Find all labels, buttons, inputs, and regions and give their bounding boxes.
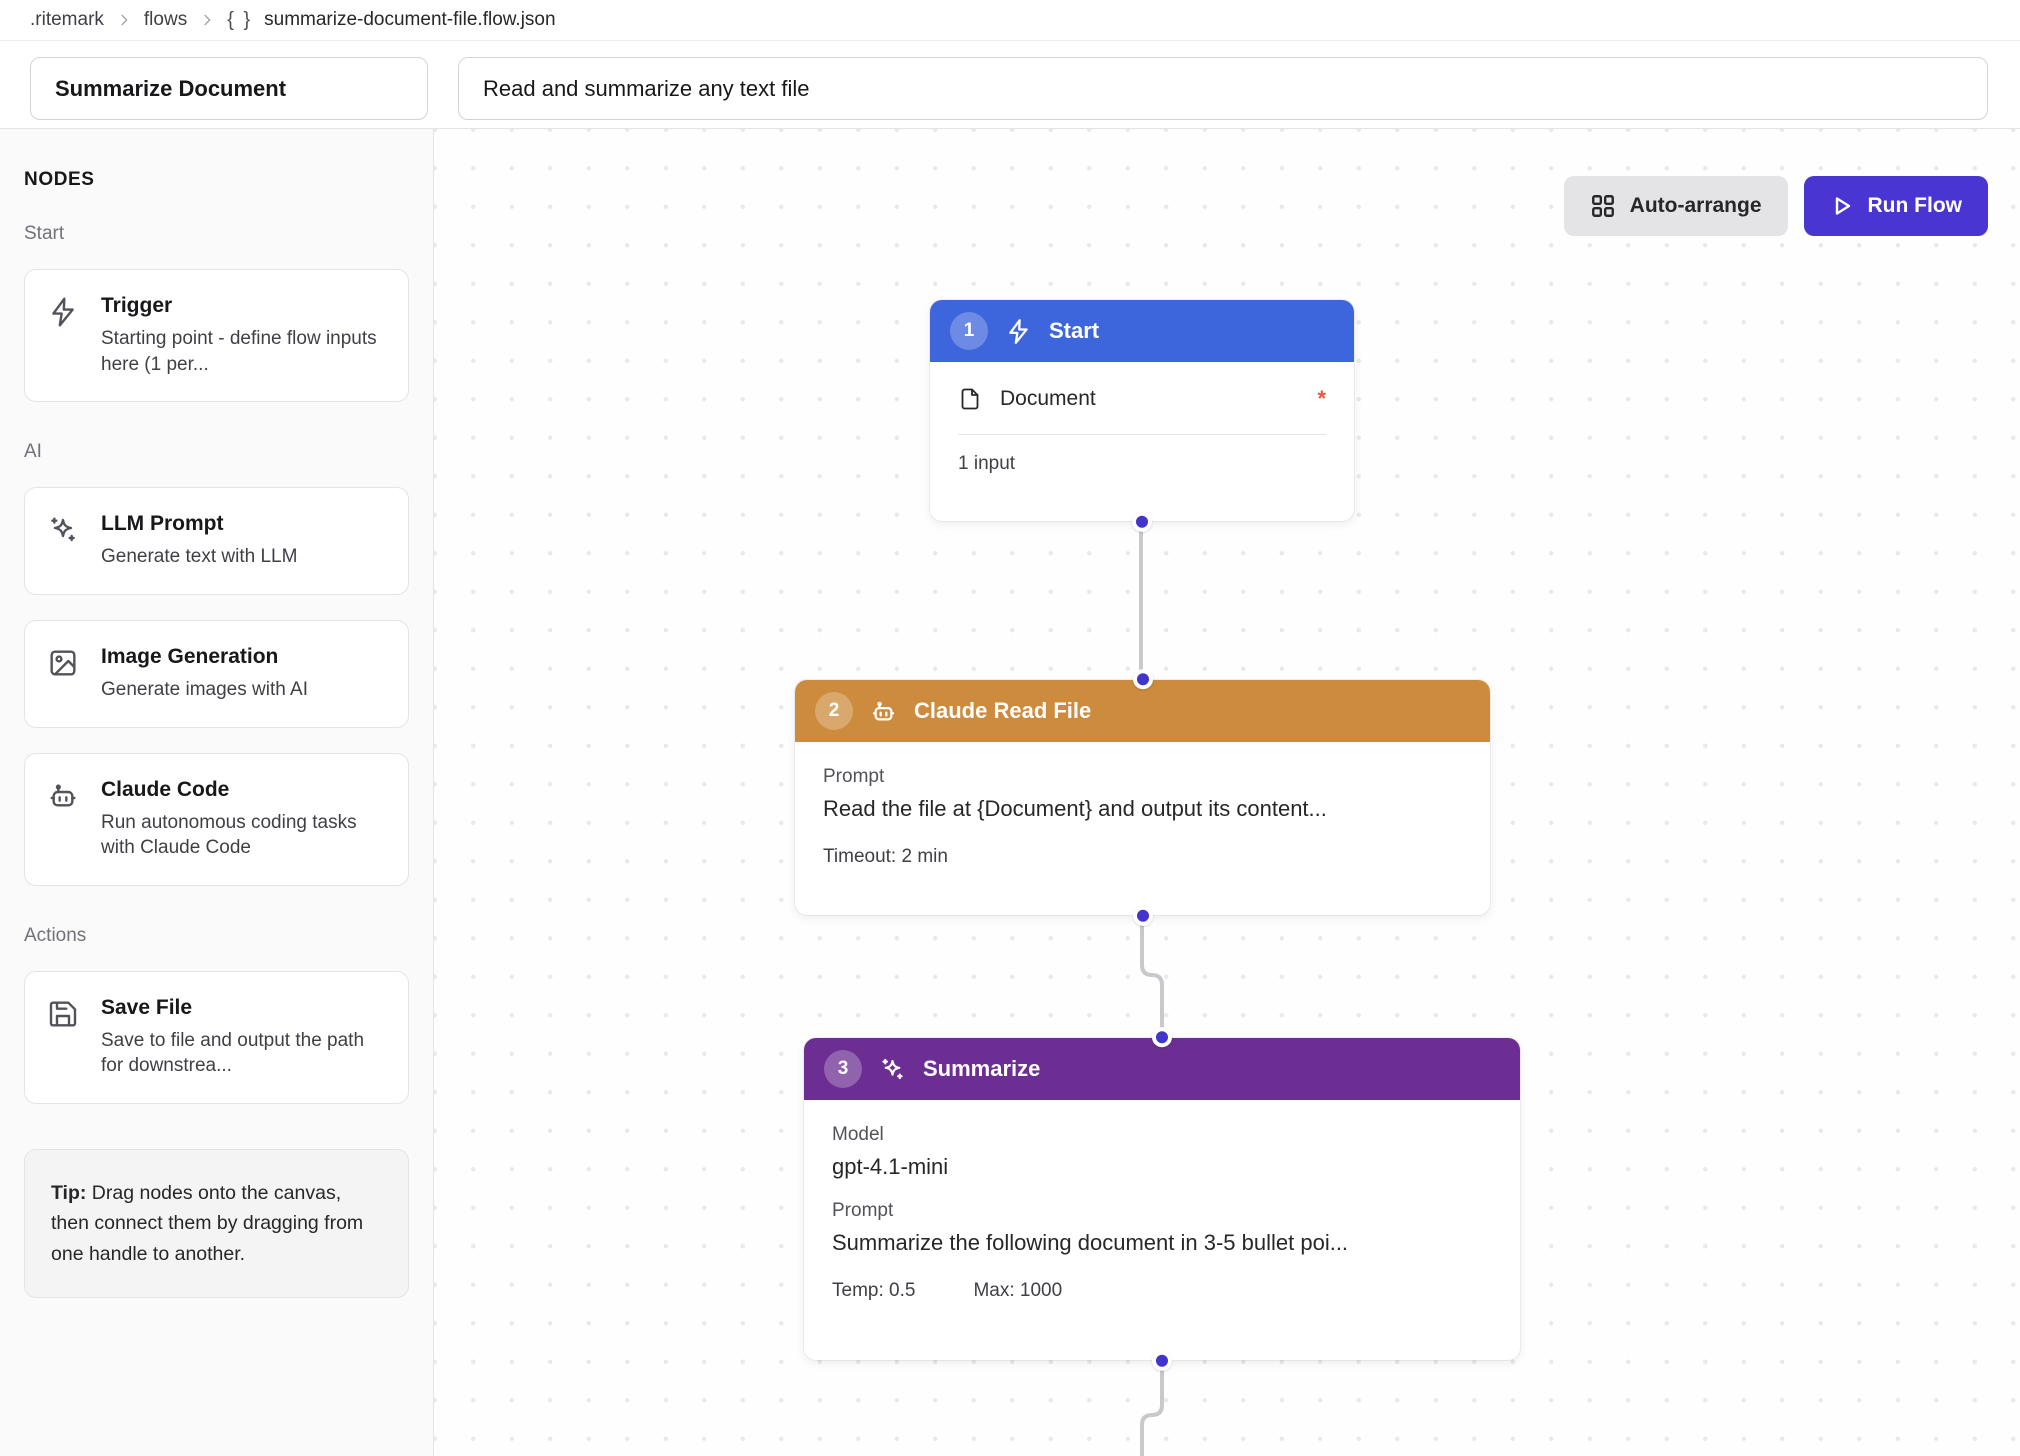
model-label: Model <box>832 1124 1492 1146</box>
auto-arrange-label: Auto-arrange <box>1630 194 1762 218</box>
palette-item-description: Run autonomous coding tasks with Claude … <box>101 810 386 861</box>
divider <box>958 434 1326 435</box>
run-flow-label: Run Flow <box>1868 194 1962 218</box>
output-handle[interactable] <box>1133 906 1153 926</box>
node-footer: 1 input <box>958 453 1326 475</box>
section-label-start: Start <box>24 223 409 245</box>
palette-item-description: Generate text with LLM <box>101 544 297 570</box>
edge-summarize-to-next <box>1142 1360 1162 1456</box>
file-icon <box>958 387 982 411</box>
flow-meta-row <box>0 41 2020 129</box>
image-icon <box>47 647 79 679</box>
node-summarize[interactable]: 3 Summarize Model gpt-4.1-mini Prompt Su… <box>804 1038 1520 1360</box>
section-label-ai: AI <box>24 441 409 463</box>
node-title: Start <box>1049 318 1099 344</box>
grid-icon <box>1590 193 1616 219</box>
prompt-label: Prompt <box>823 766 1462 788</box>
output-handle[interactable] <box>1152 1351 1172 1371</box>
node-claude-header: 2 Claude Read File <box>795 680 1490 742</box>
edge-claude-to-summarize <box>1142 915 1162 1038</box>
breadcrumb-bar: .ritemark flows { } summarize-document-f… <box>0 0 2020 41</box>
breadcrumb-flows[interactable]: flows <box>144 9 187 31</box>
max-tokens-value: Max: 1000 <box>973 1280 1062 1302</box>
run-flow-button[interactable]: Run Flow <box>1804 176 1988 236</box>
chevron-right-icon <box>116 12 132 28</box>
timeout-value: Timeout: 2 min <box>823 846 948 868</box>
robot-icon <box>47 780 79 812</box>
palette-item-llm-prompt[interactable]: LLM Prompt Generate text with LLM <box>24 487 409 595</box>
node-number-badge: 2 <box>815 692 853 730</box>
braces-icon: { } <box>227 9 252 32</box>
zap-icon <box>47 296 79 328</box>
nodes-sidebar: NODES Start Trigger Starting point - def… <box>0 129 434 1456</box>
node-claude-read-file[interactable]: 2 Claude Read File Prompt Read the file … <box>795 680 1490 915</box>
zap-icon <box>1005 318 1032 345</box>
prompt-value: Read the file at {Document} and output i… <box>823 796 1462 822</box>
prompt-value: Summarize the following document in 3-5 … <box>832 1230 1492 1256</box>
flow-input-name: Document <box>1000 387 1096 411</box>
sparkles-icon <box>47 514 79 546</box>
canvas-toolbar: Auto-arrange Run Flow <box>1564 176 1988 236</box>
model-value: gpt-4.1-mini <box>832 1154 1492 1180</box>
palette-item-title: Trigger <box>101 294 386 318</box>
sparkles-icon <box>879 1056 906 1083</box>
tip-box: Tip: Drag nodes onto the canvas, then co… <box>24 1149 409 1298</box>
node-start[interactable]: 1 Start Document * 1 input <box>930 300 1354 521</box>
play-icon <box>1830 194 1854 218</box>
node-summarize-header: 3 Summarize <box>804 1038 1520 1100</box>
palette-item-title: Save File <box>101 996 386 1020</box>
flow-description-input[interactable] <box>458 57 1988 120</box>
chevron-right-icon <box>199 12 215 28</box>
node-title: Summarize <box>923 1056 1040 1082</box>
palette-item-description: Generate images with AI <box>101 677 308 703</box>
palette-item-title: LLM Prompt <box>101 512 297 536</box>
flow-name-input[interactable] <box>30 57 428 120</box>
node-start-header: 1 Start <box>930 300 1354 362</box>
prompt-label: Prompt <box>832 1200 1492 1222</box>
sidebar-heading: NODES <box>24 169 409 191</box>
save-icon <box>47 998 79 1030</box>
flow-canvas[interactable]: Auto-arrange Run Flow 1 Start Document *… <box>434 129 2020 1456</box>
input-handle[interactable] <box>1152 1027 1172 1047</box>
palette-item-title: Image Generation <box>101 645 308 669</box>
palette-item-save-file[interactable]: Save File Save to file and output the pa… <box>24 971 409 1104</box>
palette-item-trigger[interactable]: Trigger Starting point - define flow inp… <box>24 269 409 402</box>
output-handle[interactable] <box>1132 512 1152 532</box>
breadcrumb-file: summarize-document-file.flow.json <box>264 9 555 31</box>
tip-text: Drag nodes onto the canvas, then connect… <box>51 1182 363 1264</box>
palette-item-claude-code[interactable]: Claude Code Run autonomous coding tasks … <box>24 753 409 886</box>
auto-arrange-button[interactable]: Auto-arrange <box>1564 176 1788 236</box>
palette-item-title: Claude Code <box>101 778 386 802</box>
tip-label: Tip: <box>51 1182 86 1204</box>
palette-item-description: Starting point - define flow inputs here… <box>101 326 386 377</box>
temperature-value: Temp: 0.5 <box>832 1280 915 1302</box>
breadcrumb-root[interactable]: .ritemark <box>30 9 104 31</box>
palette-item-description: Save to file and output the path for dow… <box>101 1028 386 1079</box>
robot-icon <box>870 698 897 725</box>
section-label-actions: Actions <box>24 925 409 947</box>
required-marker: * <box>1317 386 1326 412</box>
node-number-badge: 1 <box>950 312 988 350</box>
node-number-badge: 3 <box>824 1050 862 1088</box>
palette-item-image-generation[interactable]: Image Generation Generate images with AI <box>24 620 409 728</box>
input-handle[interactable] <box>1133 669 1153 689</box>
breadcrumb: .ritemark flows { } summarize-document-f… <box>30 9 556 32</box>
node-title: Claude Read File <box>914 698 1091 724</box>
